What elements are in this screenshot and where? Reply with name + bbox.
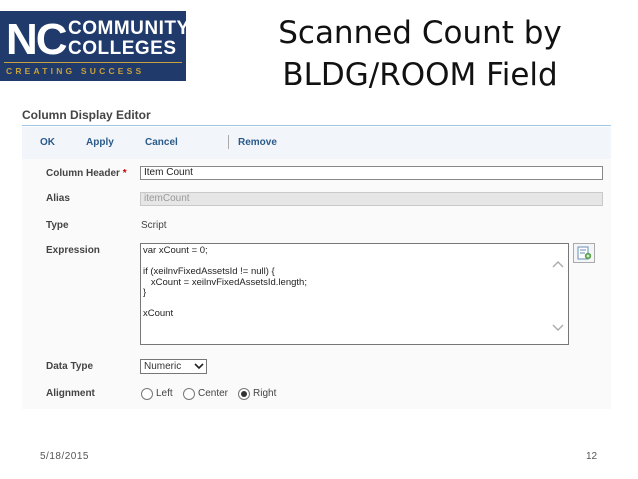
column-header-label-text: Column Header bbox=[46, 168, 120, 179]
logo-divider bbox=[4, 62, 182, 63]
nc-community-colleges-logo: NC COMMUNITY COLLEGES CREATING SUCCESS bbox=[0, 11, 189, 81]
toolbar-separator bbox=[228, 135, 229, 149]
data-type-label: Data Type bbox=[46, 361, 94, 372]
type-value: Script bbox=[141, 220, 167, 231]
alignment-label: Alignment bbox=[46, 388, 95, 399]
scroll-up-icon[interactable] bbox=[552, 260, 564, 268]
expression-textarea[interactable]: var xCount = 0; if (xeilnvFixedAssetsId … bbox=[140, 243, 569, 345]
logo-tagline: CREATING SUCCESS bbox=[6, 66, 145, 76]
editor-title: Column Display Editor bbox=[22, 108, 151, 122]
logo-line2: COLLEGES bbox=[68, 38, 177, 59]
expression-builder-button[interactable] bbox=[573, 243, 595, 263]
required-marker: * bbox=[122, 168, 127, 179]
remove-button[interactable]: Remove bbox=[238, 137, 277, 148]
logo-wordmark: COMMUNITY COLLEGES bbox=[68, 19, 190, 59]
type-label: Type bbox=[46, 220, 69, 231]
alias-input: itemCount bbox=[140, 192, 603, 206]
slide-page-number: 12 bbox=[586, 451, 598, 462]
slide-title-line1: Scanned Count by bbox=[278, 15, 562, 51]
column-header-label: Column Header * bbox=[46, 168, 127, 179]
alias-label: Alias bbox=[46, 193, 70, 204]
slide-date: 5/18/2015 bbox=[40, 451, 89, 462]
column-header-input[interactable]: Item Count bbox=[140, 166, 603, 180]
editor-title-divider bbox=[22, 125, 611, 126]
cancel-button[interactable]: Cancel bbox=[145, 137, 178, 148]
alignment-right-label: Right bbox=[253, 388, 277, 399]
editor-toolbar: OK Apply Cancel Remove bbox=[22, 127, 611, 159]
alignment-left-label: Left bbox=[156, 388, 173, 399]
slide-title: Scanned Count by BLDG/ROOM Field bbox=[230, 12, 610, 96]
alignment-right-radio[interactable] bbox=[238, 388, 250, 400]
alignment-left-radio[interactable] bbox=[141, 388, 153, 400]
expression-text: var xCount = 0; if (xeilnvFixedAssetsId … bbox=[143, 245, 307, 319]
logo-mark: NC bbox=[6, 15, 68, 64]
data-type-select[interactable]: Numeric bbox=[140, 359, 207, 374]
ok-button[interactable]: OK bbox=[40, 137, 55, 148]
apply-button[interactable]: Apply bbox=[86, 137, 114, 148]
expression-builder-icon bbox=[577, 246, 592, 260]
alignment-center-label: Center bbox=[198, 388, 229, 399]
alignment-center-radio[interactable] bbox=[183, 388, 195, 400]
chevron-down-icon bbox=[194, 363, 204, 370]
logo-line1: COMMUNITY bbox=[68, 18, 190, 39]
data-type-selected-value: Numeric bbox=[144, 361, 182, 372]
expression-label: Expression bbox=[46, 245, 100, 256]
scroll-down-icon[interactable] bbox=[552, 324, 564, 332]
slide-title-line2: BLDG/ROOM Field bbox=[282, 57, 558, 93]
